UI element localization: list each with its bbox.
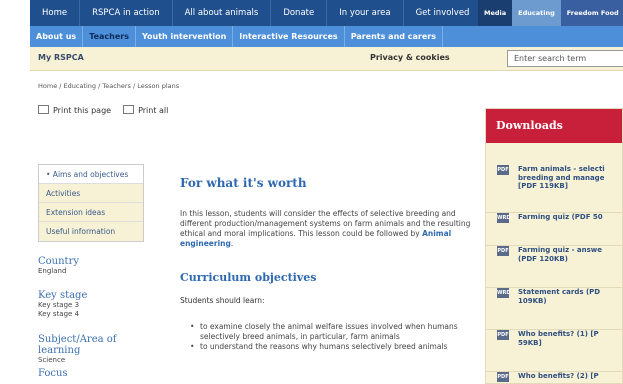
download-item[interactable]: PDF Who benefits? (1) [P 59KB]: [486, 329, 623, 363]
pdf-file-icon: PDF: [497, 330, 509, 340]
intro-end: .: [230, 239, 234, 248]
search-input[interactable]: Enter search term: [507, 50, 623, 67]
meta-value: Key stage 4: [38, 310, 80, 318]
word-file-icon: WRD: [497, 213, 511, 223]
print-page-button[interactable]: Print this page: [38, 105, 112, 115]
meta-heading: Country: [38, 256, 80, 267]
meta-value: Science: [38, 356, 66, 364]
sidemenu-extension-ideas[interactable]: Extension ideas: [39, 203, 143, 222]
subnav-about-us[interactable]: About us: [30, 26, 84, 47]
download-label: Statement cards (PD 109KB): [518, 288, 601, 305]
nav-educating[interactable]: Educating: [512, 0, 561, 26]
nav-home[interactable]: Home: [30, 0, 81, 26]
nav-media[interactable]: Media: [478, 0, 513, 26]
downloads-panel: Downloads PDF Farm animals - selecti bre…: [485, 108, 623, 384]
left-margin: [0, 26, 30, 384]
nav-freedom-food[interactable]: Freedom Food: [560, 0, 623, 26]
sidemenu-aims-objectives[interactable]: • Aims and objectives: [39, 165, 143, 184]
list-item: to understand the reasons why humans sel…: [190, 342, 480, 352]
sidemenu-activities[interactable]: Activities: [39, 184, 143, 203]
top-navigation: Home RSPCA in action All about animals D…: [0, 0, 623, 26]
pdf-file-icon: PDF: [497, 372, 509, 382]
print-page-label: Print this page: [53, 106, 112, 115]
sub-navigation: About us Teachers Youth intervention Int…: [30, 26, 623, 47]
download-label: Who benefits? (1) [P 59KB]: [518, 330, 599, 347]
sidemenu-useful-information[interactable]: Useful information: [39, 222, 143, 241]
side-menu: • Aims and objectives Activities Extensi…: [38, 164, 144, 242]
print-links: Print this page Print all: [38, 105, 169, 115]
print-all-button[interactable]: Print all: [123, 105, 169, 115]
page-title: For what it's worth: [180, 176, 307, 190]
top-nav-items: Home RSPCA in action All about animals D…: [30, 0, 483, 26]
download-item[interactable]: WRD Farming quiz (PDF 50: [486, 212, 623, 236]
printer-icon: [38, 105, 49, 114]
download-item[interactable]: WRD Statement cards (PD 109KB): [486, 287, 623, 321]
breadcrumb[interactable]: Home / Educating / Teachers / Lesson pla…: [38, 82, 179, 90]
downloads-heading: Downloads: [486, 109, 622, 143]
download-label: Farming quiz (PDF 50: [518, 213, 603, 221]
curriculum-heading: Curriculum objectives: [180, 271, 317, 284]
nav-rspca-in-action[interactable]: RSPCA in action: [80, 0, 173, 26]
download-item[interactable]: PDF Who benefits? (2) [P: [486, 371, 623, 384]
intro-paragraph: In this lesson, students will consider t…: [180, 209, 480, 249]
download-item[interactable]: PDF Farming quiz - answe (PDF 120KB): [486, 245, 623, 279]
nav-donate[interactable]: Donate: [271, 0, 328, 26]
nav-get-involved[interactable]: Get involved: [404, 0, 483, 26]
word-file-icon: WRD: [497, 288, 511, 298]
meta-heading: Focus: [38, 368, 68, 379]
objectives-list: to examine closely the animal welfare is…: [190, 322, 480, 353]
pdf-file-icon: PDF: [497, 246, 509, 256]
download-item[interactable]: PDF Farm animals - selecti breeding and …: [486, 165, 623, 201]
should-learn-label: Students should learn:: [180, 296, 265, 305]
meta-subject: Subject/Area of learning Science: [38, 334, 158, 365]
pdf-file-icon: PDF: [497, 165, 509, 175]
my-rspca-link[interactable]: My RSPCA: [38, 53, 84, 62]
nav-in-your-area[interactable]: In your area: [327, 0, 404, 26]
logo-area: [0, 0, 30, 26]
top-nav-secondary: Media Educating Freedom Food: [478, 0, 623, 26]
print-all-label: Print all: [138, 106, 169, 115]
meta-key-stage: Key stage Key stage 3 Key stage 4: [38, 290, 158, 319]
download-label: Farming quiz - answe (PDF 120KB): [518, 246, 603, 263]
subnav-youth-intervention[interactable]: Youth intervention: [136, 26, 234, 47]
meta-value: Key stage 3: [38, 301, 80, 309]
meta-focus: Focus: [38, 368, 158, 379]
meta-heading: Key stage: [38, 290, 88, 301]
printer-icon: [123, 105, 135, 114]
list-item: to examine closely the animal welfare is…: [190, 322, 480, 341]
subnav-parents-and-carers[interactable]: Parents and carers: [345, 26, 443, 47]
subnav-interactive-resources[interactable]: Interactive Resources: [233, 26, 345, 47]
meta-heading: Subject/Area of learning: [38, 334, 117, 356]
nav-all-about-animals[interactable]: All about animals: [173, 0, 272, 26]
privacy-cookies-link[interactable]: Privacy & cookies: [370, 53, 450, 62]
download-label: Who benefits? (2) [P: [518, 372, 599, 380]
subnav-teachers[interactable]: Teachers: [83, 26, 136, 47]
meta-country: Country England: [38, 256, 158, 276]
download-label: Farm animals - selecti breeding and mana…: [518, 165, 605, 190]
utility-bar: My RSPCA Privacy & cookies Enter search …: [30, 47, 623, 71]
meta-value: England: [38, 267, 67, 275]
